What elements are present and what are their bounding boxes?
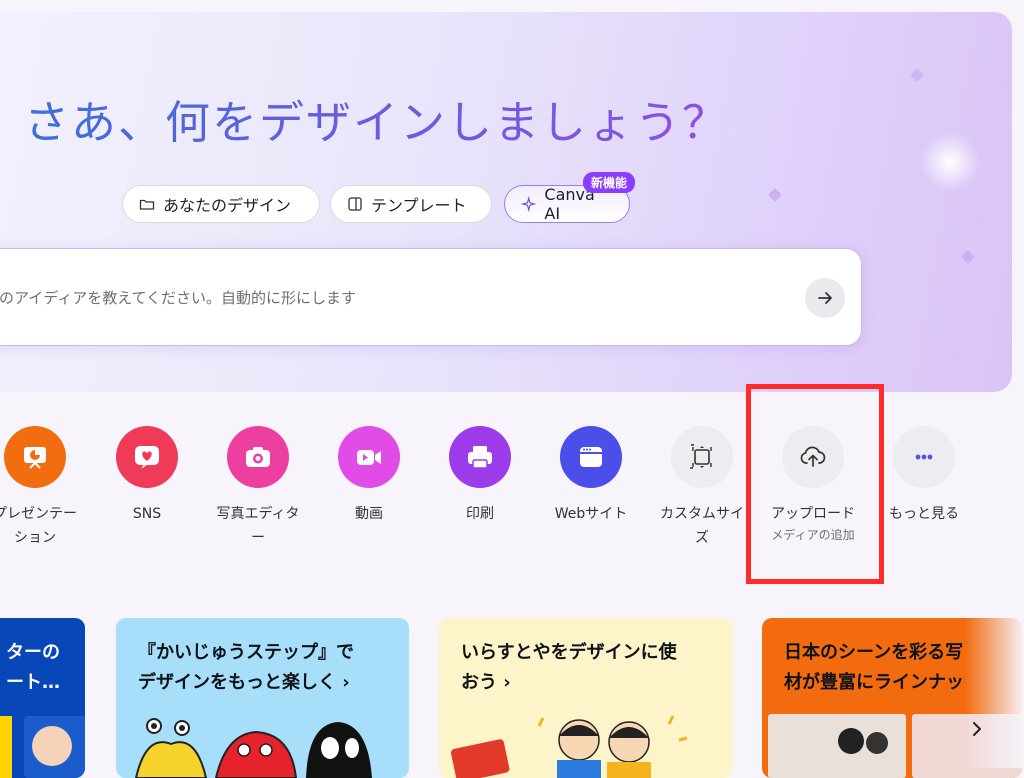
camera-icon (227, 426, 289, 488)
sparkle-glow (920, 132, 980, 192)
category-label: もっと見る (889, 506, 959, 522)
card-photo (768, 714, 906, 778)
category-print[interactable]: 印刷 (425, 426, 535, 526)
card-text: ターの ート… (6, 642, 60, 693)
category-label: 写真エディタ (216, 506, 300, 522)
category-label: 印刷 (466, 506, 494, 522)
promo-card[interactable]: 『かいじゅうステップ』で デザインをもっと楽しく › (116, 618, 409, 778)
card-illustration (134, 718, 372, 778)
carousel-next-button[interactable] (964, 714, 990, 744)
category-label: ズ (695, 530, 709, 546)
category-label: Webサイト (554, 506, 628, 522)
sparkle-decoration (767, 187, 783, 203)
sparkle-decoration (960, 249, 976, 265)
photo-person (32, 726, 72, 766)
category-label: カスタムサイ (660, 506, 744, 522)
printer-icon (449, 426, 511, 488)
more-icon (893, 426, 955, 488)
carousel-fade (965, 618, 1024, 768)
photo-person (838, 728, 864, 754)
heart-icon (116, 426, 178, 488)
submit-button[interactable] (805, 278, 845, 318)
promo-card[interactable]: ターの ート… (0, 618, 85, 778)
arrow-right-icon (818, 292, 832, 304)
category-label: ー (251, 530, 265, 546)
presentation-icon (4, 426, 66, 488)
category-website[interactable]: Webサイト (536, 426, 646, 526)
category-more[interactable]: もっと見る (869, 426, 979, 526)
website-icon (560, 426, 622, 488)
sparkle-icon (521, 196, 537, 212)
your-designs-button[interactable]: あなたのデザイン (122, 185, 320, 223)
photo-person (866, 732, 888, 754)
category-custom-size[interactable]: カスタムサイズ (647, 426, 757, 550)
category-label: 動画 (355, 506, 383, 522)
pill-label: テンプレート (371, 196, 467, 215)
folder-icon (139, 199, 155, 210)
resize-icon (671, 426, 733, 488)
page-title: さあ、何をデザインしましょう？ (24, 86, 729, 151)
card-text: 『かいじゅうステップ』で デザインをもっと楽しく › (138, 642, 354, 693)
card-text: 日本のシーンを彩る写 材が豊富にラインナッ (784, 642, 964, 693)
search-input[interactable]: のアイディアを教えてください。自動的に形にします (0, 287, 356, 308)
template-icon (348, 197, 362, 211)
category-label: SNS (132, 506, 162, 522)
templates-button[interactable]: テンプレート (330, 185, 492, 223)
ai-prompt-box[interactable]: のアイディアを教えてください。自動的に形にします (0, 248, 862, 346)
sparkle-decoration (909, 67, 925, 83)
card-illustration (0, 716, 12, 778)
card-text: いらすとやをデザインに使 おう › (461, 642, 677, 693)
category-photo-editor[interactable]: 写真エディター (203, 426, 313, 550)
highlight-box (746, 384, 884, 584)
card-illustration (24, 716, 85, 778)
new-feature-badge: 新機能 (583, 172, 636, 193)
category-label: プレゼンテー (0, 506, 77, 522)
promo-card[interactable]: いらすとやをデザインに使 おう › (439, 618, 733, 778)
video-icon (338, 426, 400, 488)
category-label: ション (14, 530, 56, 546)
chevron-right-icon (973, 722, 981, 736)
pill-label: あなたのデザイン (163, 196, 292, 215)
card-illustration (450, 715, 688, 778)
category-presentation[interactable]: プレゼンテーション (0, 426, 90, 550)
category-video[interactable]: 動画 (314, 426, 424, 526)
category-sns[interactable]: SNS (92, 426, 202, 526)
